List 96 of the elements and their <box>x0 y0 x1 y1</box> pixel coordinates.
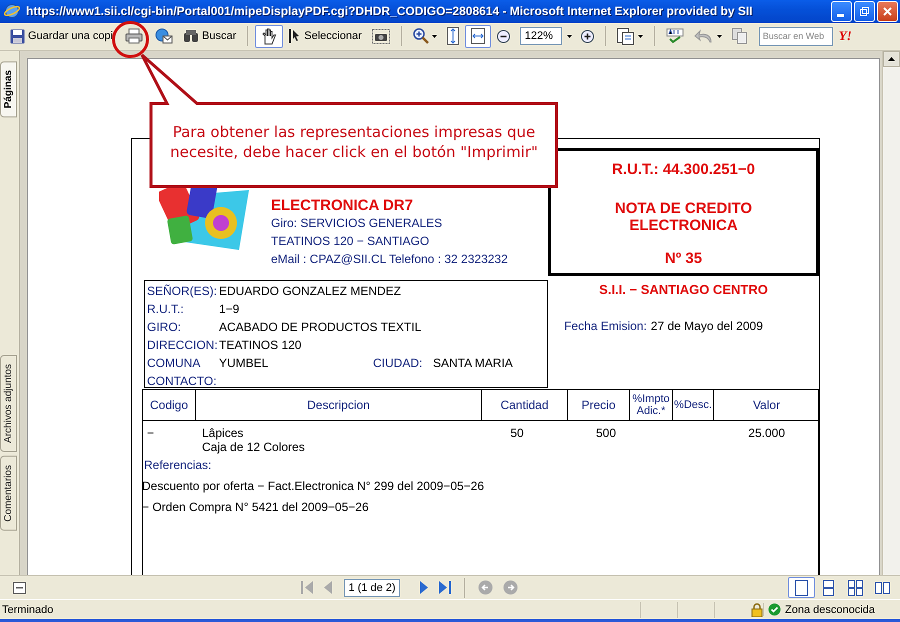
column-header: Descripcion <box>196 390 482 420</box>
field-value: EDUARDO GONZALEZ MENDEZ <box>219 284 402 298</box>
text-cursor-icon <box>289 28 302 44</box>
browser-icon <box>4 3 20 20</box>
issuer-info: eMail : CPAZ@SII.CL Telefono : 32 2323232 <box>271 252 508 266</box>
tax-office: S.I.I. − SANTIAGO CENTRO <box>599 282 768 297</box>
check-circle-icon <box>768 603 781 616</box>
minimize-button[interactable] <box>831 0 852 22</box>
binoculars-icon <box>183 29 199 44</box>
restore-icon <box>859 6 870 17</box>
side-tab[interactable]: Páginas <box>0 60 17 118</box>
table-cell-text: 25.000 <box>747 426 786 442</box>
spell-check-icon <box>666 28 684 44</box>
field-value: SANTA MARIA <box>433 356 514 370</box>
scroll-up-button[interactable] <box>883 50 900 67</box>
zoom-field[interactable]: 122% <box>520 27 562 46</box>
copy-icon <box>732 28 747 44</box>
side-tab[interactable]: Archivos adjuntos <box>0 355 17 452</box>
field-label: R.U.T.: <box>147 302 185 316</box>
document-rut: R.U.T.: 44.300.251−0 <box>612 160 755 178</box>
close-button[interactable] <box>877 0 898 22</box>
caret-icon <box>566 34 572 38</box>
field-label: SEÑOR(ES): <box>147 284 218 298</box>
side-tab[interactable]: Comentarios <box>0 456 17 532</box>
left-arrow-circle-icon <box>478 580 493 596</box>
column-header: %Desc. <box>673 390 714 420</box>
table-cell-text: Lâpices Caja de 12 Colores <box>201 426 306 454</box>
fit-width-icon <box>470 28 485 44</box>
globe-envelope-icon <box>155 28 173 44</box>
field-value: ACABADO DE PRODUCTOS TEXTIL <box>219 320 422 334</box>
pages-icon <box>616 28 635 45</box>
status-text: Terminado <box>2 604 54 616</box>
field-label: COMUNA <box>147 356 202 370</box>
field-value: 27 de Mayo del 2009 <box>650 318 763 333</box>
two-pages-icon <box>875 580 890 596</box>
issuer-info: Giro: SERVICIOS GENERALES <box>271 216 444 230</box>
field-value: YUMBEL <box>219 356 270 370</box>
field-label: CIUDAD: <box>373 356 424 370</box>
column-header: Precio <box>568 390 630 420</box>
window-icon <box>13 582 26 594</box>
column-header: Codigo <box>143 390 196 420</box>
fit-page-icon <box>446 27 459 46</box>
printer-icon <box>125 28 143 44</box>
document-type: NOTA DE CREDITO ELECTRONICA <box>614 200 754 234</box>
field-label: DIRECCION: <box>147 338 219 352</box>
page-number-field[interactable]: 1 (1 de 2) <box>344 578 400 597</box>
zone-text: Zona desconocida <box>785 604 875 616</box>
hand-tool-button[interactable] <box>255 24 284 48</box>
magnifier-plus-icon <box>412 28 429 44</box>
stacked-pages-icon <box>821 580 836 596</box>
caret-icon <box>432 34 437 38</box>
single-page-view-button[interactable] <box>788 577 815 598</box>
right-arrow-circle-icon <box>503 580 518 596</box>
company-name: ELECTRONICA DR7 <box>271 196 414 214</box>
column-header: %Impto Adic.* <box>630 390 673 420</box>
table-cell-text: − <box>146 426 156 442</box>
table-cell-text: 50 <box>509 426 525 442</box>
curved-arrow-icon <box>694 29 714 44</box>
triangle-bar-right-icon <box>439 580 451 596</box>
web-search-field[interactable]: Buscar en Web <box>758 26 833 46</box>
save-button[interactable]: Guardar una copi <box>6 24 117 48</box>
issuer-info: TEATINOS 120 − SANTIAGO <box>271 234 430 248</box>
minus-circle-icon <box>496 30 510 43</box>
padlock-icon <box>751 602 763 617</box>
caret-icon <box>716 34 722 38</box>
triangle-up-icon <box>888 56 895 61</box>
bar-triangle-left-icon <box>301 580 313 596</box>
caret-icon <box>638 34 643 38</box>
triangle-right-icon <box>419 580 429 596</box>
fit-width-button[interactable] <box>464 24 491 48</box>
references-label: Referencias: <box>144 458 212 472</box>
select-tool-button[interactable]: Seleccionar <box>285 24 366 48</box>
plus-circle-icon <box>580 30 594 43</box>
maximize-button[interactable] <box>854 0 875 22</box>
column-header: Valor <box>752 396 782 414</box>
scrollbar[interactable] <box>882 50 900 576</box>
field-label: GIRO: <box>147 320 182 334</box>
field-value: TEATINOS 120 <box>219 338 302 352</box>
hand-icon <box>261 28 278 45</box>
reference-line: Descuento por oferta − Fact.Electronica N° 299 del 2009−05−26 <box>142 478 486 493</box>
callout-text: Para obtener las representaciones impresas que necesite, debe hacer click en el botón "Imprimir" <box>169 122 539 162</box>
single-page-icon <box>794 580 809 596</box>
close-icon <box>882 6 893 17</box>
yahoo-logo[interactable]: Y! <box>838 28 852 44</box>
table-cell-text: 500 <box>594 426 618 442</box>
field-label: Fecha Emision: <box>564 318 647 333</box>
minimize-icon <box>837 14 844 17</box>
four-pages-icon <box>848 580 863 596</box>
field-label: CONTACTO: <box>147 374 218 388</box>
document-number: Nº 35 <box>664 250 702 267</box>
column-header: Cantidad <box>482 390 568 420</box>
field-value: 1−9 <box>219 302 240 316</box>
find-button[interactable]: Buscar <box>179 24 240 48</box>
triangle-left-icon <box>323 580 333 596</box>
window-title: https://www1.sii.cl/cgi-bin/Portal001/mipeDisplayPDF.cgi?DHDR_CODIGO=2808614 - Microsoft Internet Explorer provided by SII <box>26 4 754 18</box>
camera-icon <box>372 28 390 44</box>
